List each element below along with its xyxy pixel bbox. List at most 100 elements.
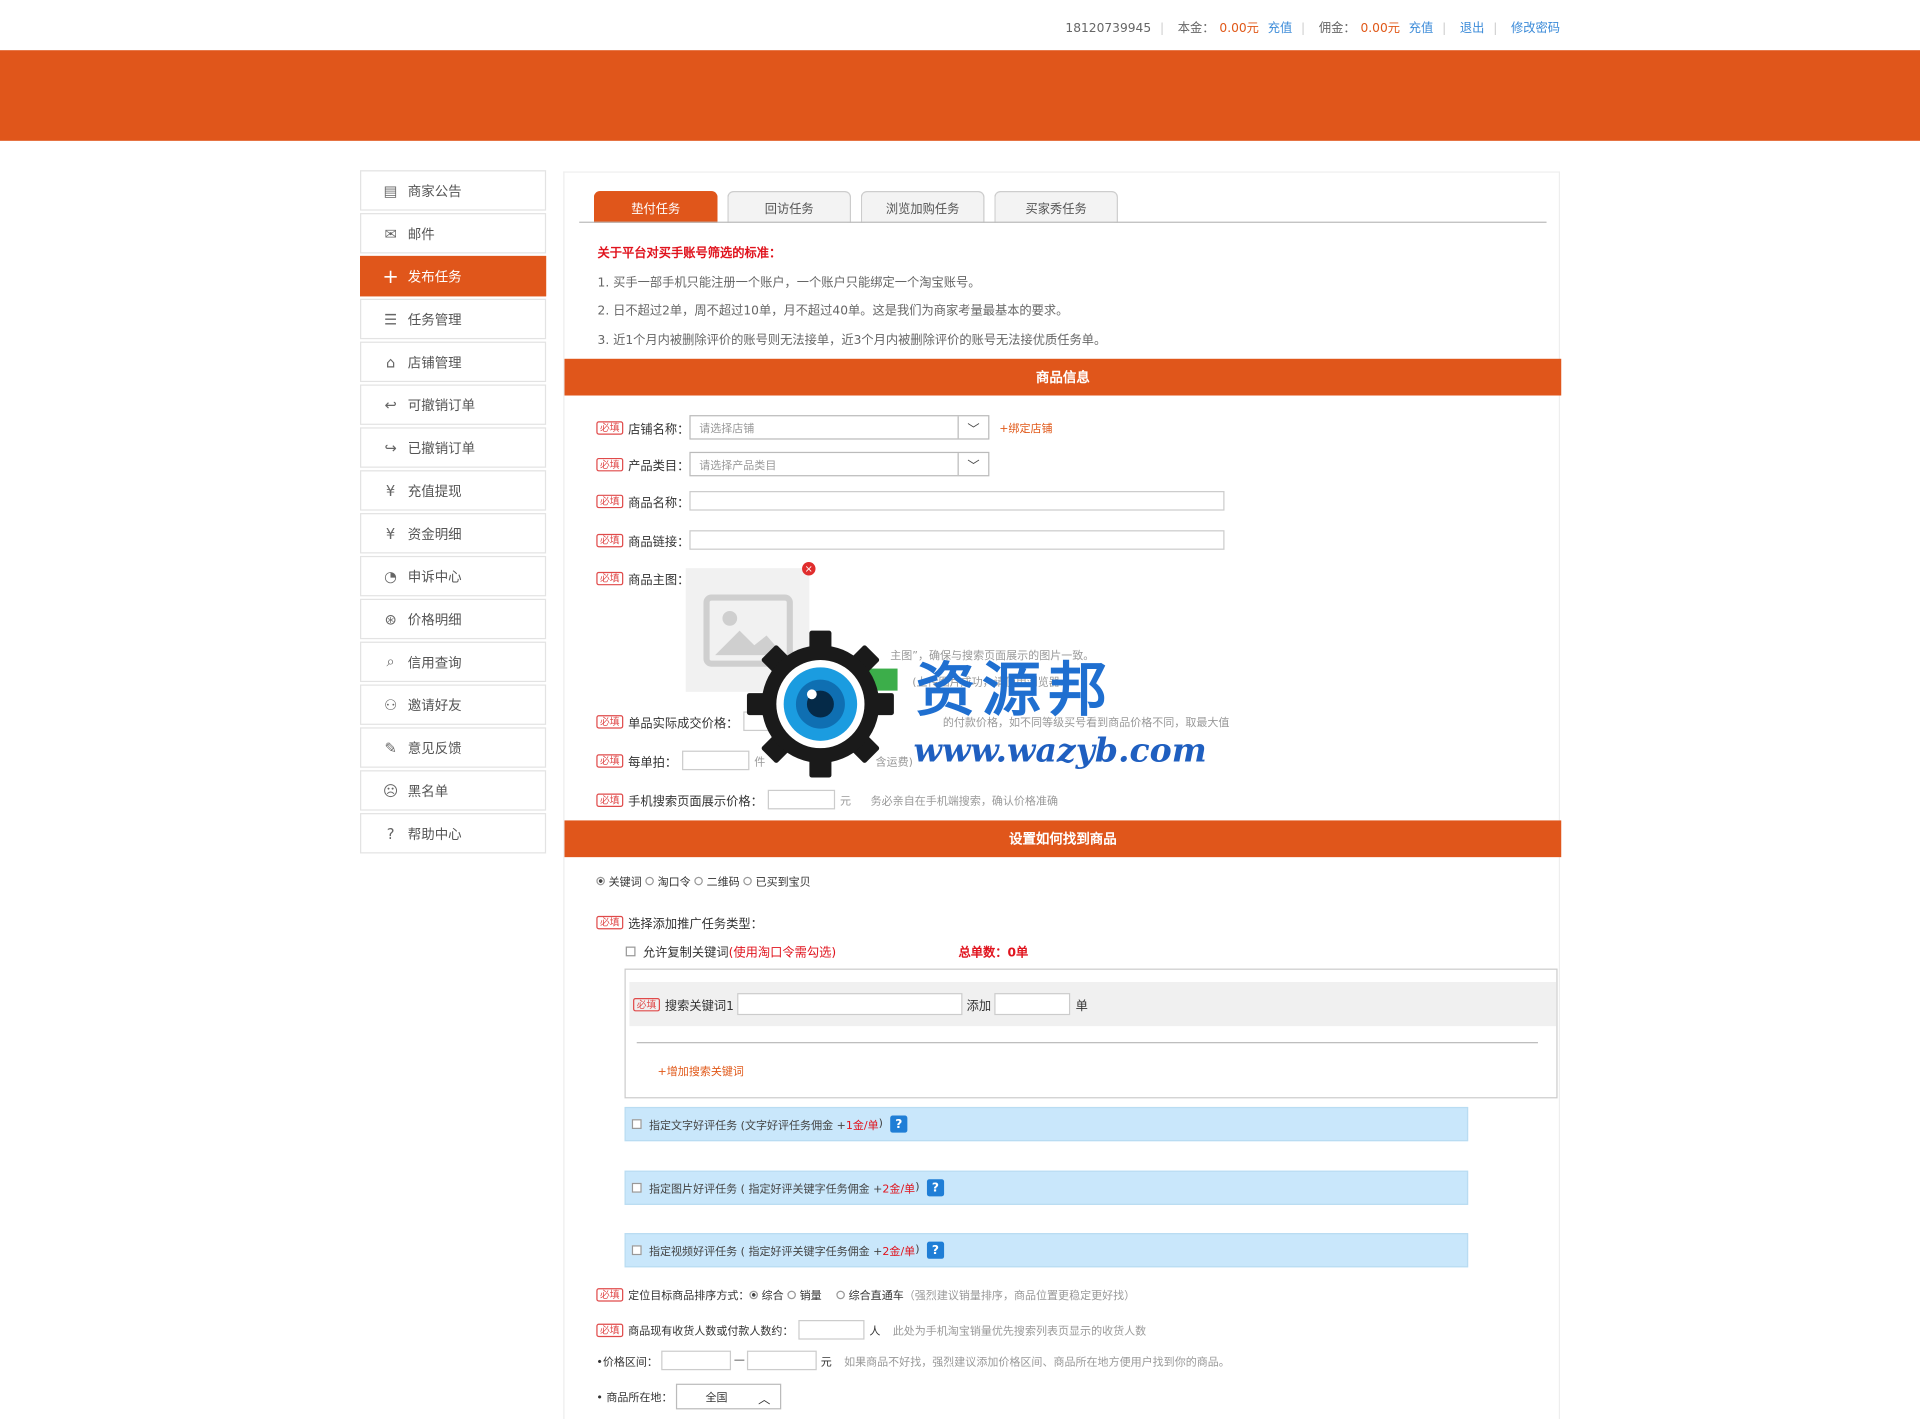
text-review-label: 指定文字好评任务 (文字好评任务佣金 +: [648, 1119, 846, 1133]
buyers-hint: 此处为手机淘宝销量优先搜索列表页显示的收货人数: [892, 1325, 1147, 1338]
order-undone-icon: ↪: [384, 438, 397, 457]
keyword-input[interactable]: [737, 993, 963, 1016]
sort-hint: （强烈建议销量排序，商品位置更稳定更好找）: [903, 1290, 1136, 1303]
sidebar-item-cancellable-orders[interactable]: ↩ 可撤销订单: [360, 384, 547, 425]
sidebar-item-cancelled-orders[interactable]: ↪ 已撤销订单: [360, 427, 547, 468]
sidebar-item-price-details[interactable]: ⊛ 价格明细: [360, 598, 547, 640]
recharge-link[interactable]: 充值: [1268, 22, 1292, 35]
total-orders: 总单数：0单: [958, 946, 1029, 961]
sidebar-item-label: 发布任务: [407, 268, 462, 285]
location-select[interactable]: 全国 ︿: [676, 1383, 782, 1410]
promo-type-row: 必填 选择添加推广任务类型：: [596, 913, 763, 932]
category-select[interactable]: 请选择产品类目 ﹀: [689, 451, 990, 477]
price-range-hint: 如果商品不好找，强烈建议添加价格区间、商品所在地方便用户找到你的商品。: [844, 1356, 1230, 1369]
location-label: • 商品所在地：: [596, 1392, 673, 1405]
store-icon: ⌂: [385, 353, 396, 371]
sidebar-item-recharge-withdraw[interactable]: ¥ 充值提现: [360, 470, 547, 511]
add-keyword-link[interactable]: +增加搜索关键词: [658, 1063, 744, 1079]
keyword-box: 必填 搜索关键词1 添加 单 +增加搜索关键词: [624, 968, 1558, 1099]
sidebar-item-blacklist[interactable]: ☹ 黑名单: [360, 770, 547, 811]
video-review-label: 指定视频好评任务 ( 指定好评关键字任务佣金 +: [648, 1245, 883, 1259]
product-link-row: 必填 商品链接：: [596, 530, 1225, 550]
tab-buyer-show-task[interactable]: 买家秀任务: [994, 191, 1118, 223]
remove-image-icon[interactable]: ×: [802, 562, 816, 576]
video-review-option[interactable]: 指定视频好评任务 ( 指定好评关键字任务佣金 + 2金/单 ) ?: [624, 1233, 1469, 1268]
recharge-commission-link[interactable]: 充值: [1409, 22, 1433, 35]
sidebar-item-fund-details[interactable]: ¥ 资金明细: [360, 513, 547, 554]
change-password-link[interactable]: 修改密码: [1511, 22, 1560, 35]
image-review-option[interactable]: 指定图片好评任务 ( 指定好评关键字任务佣金 + 2金/单 ) ?: [624, 1170, 1469, 1205]
sidebar-item-appeal-center[interactable]: ◔ 申诉中心: [360, 555, 547, 597]
required-tag: 必填: [596, 915, 624, 930]
show-price-input[interactable]: [767, 789, 836, 810]
credit-search-icon: ⌕: [386, 652, 395, 670]
logout-link[interactable]: 退出: [1460, 22, 1484, 35]
buyers-row: 必填 商品现有收货人数或付款人数约： 人 此处为手机淘宝销量优先搜索列表页显示的…: [596, 1320, 1146, 1340]
tab-advance-payment-task[interactable]: 垫付任务: [593, 191, 718, 223]
sidebar-item-store-management[interactable]: ⌂ 店铺管理: [360, 341, 547, 383]
location-row: • 商品所在地： 全国 ︿: [596, 1383, 782, 1410]
copy-keyword-checkbox[interactable]: [625, 945, 636, 956]
radio-qrcode[interactable]: [694, 876, 703, 886]
product-name-input[interactable]: [689, 491, 1225, 511]
sidebar-item-mail[interactable]: ✉ 邮件: [360, 213, 547, 254]
method-label: 已买到宝贝: [755, 876, 811, 889]
sidebar-item-feedback[interactable]: ✎ 意见反馈: [360, 727, 547, 768]
keyword-order-count-input[interactable]: [994, 993, 1071, 1016]
sidebar-item-publish-task[interactable]: + 发布任务: [360, 255, 547, 297]
text-review-option[interactable]: 指定文字好评任务 (文字好评任务佣金 + 1金/单 ) ?: [624, 1106, 1469, 1142]
radio-purchased[interactable]: [743, 876, 752, 886]
search-method-row: 关键词 淘口令 二维码 已买到宝贝: [596, 873, 811, 889]
help-icon[interactable]: ?: [926, 1179, 944, 1197]
sidebar-item-label: 意见反馈: [407, 740, 462, 757]
price-icon: ⊛: [384, 610, 397, 628]
required-tag: 必填: [596, 714, 624, 728]
divider: [636, 1042, 1538, 1044]
radio-taokouling[interactable]: [645, 876, 654, 886]
tab-revisit-task[interactable]: 回访任务: [727, 191, 852, 223]
main-image-label: 商品主图：: [628, 574, 690, 588]
main-panel: 垫付任务 回访任务 浏览加购任务 买家秀任务 关于平台对买手账号筛选的标准： 1…: [563, 171, 1562, 1419]
category-row: 必填 产品类目： 请选择产品类目 ﹀: [596, 451, 990, 477]
radio-sort-sales[interactable]: [787, 1290, 796, 1300]
tab-browse-cart-task[interactable]: 浏览加购任务: [860, 191, 985, 223]
sidebar-item-invite-friends[interactable]: ⚇ 邀请好友: [360, 684, 547, 725]
copy-keyword-row: 允许复制关键词 (使用淘口令需勾选) 总单数：0单: [625, 942, 1029, 961]
keyword-label: 搜索关键词1: [664, 999, 734, 1014]
bind-store-link[interactable]: +绑定店铺: [999, 419, 1052, 435]
sidebar-item-label: 邮件: [407, 225, 435, 242]
add-label: 添加: [966, 999, 992, 1014]
required-tag: 必填: [596, 457, 624, 471]
price-min-input[interactable]: [661, 1350, 732, 1371]
yen-icon: ¥: [385, 524, 396, 542]
help-icon[interactable]: ?: [926, 1241, 944, 1259]
product-info-header: 商品信息: [564, 358, 1562, 396]
sidebar-item-credit-query[interactable]: ⌕ 信用查询: [360, 641, 547, 683]
task-tabs: 垫付任务 回访任务 浏览加购任务 买家秀任务: [593, 191, 1118, 223]
sidebar-item-announcement[interactable]: ▤ 商家公告: [360, 170, 547, 211]
help-icon[interactable]: ?: [890, 1115, 908, 1133]
sort-option: 综合直通车: [848, 1290, 904, 1303]
video-review-checkbox[interactable]: [631, 1245, 642, 1256]
user-bar: 18120739945 | 本金： 0.00元 充值 | 佣金： 0.00元 充值 …: [1061, 17, 1560, 35]
rule-item: 1. 买手一部手机只能注册一个账户，一个账户只能绑定一个淘宝账号。: [597, 276, 981, 290]
radio-keyword[interactable]: [596, 876, 605, 886]
image-review-checkbox[interactable]: [631, 1182, 642, 1193]
plus-icon: +: [382, 264, 399, 288]
price-max-input[interactable]: [747, 1350, 818, 1371]
keyword-row: 必填 搜索关键词1 添加 单: [629, 982, 1557, 1027]
sidebar-item-help-center[interactable]: ? 帮助中心: [360, 813, 547, 854]
product-link-input[interactable]: [689, 530, 1225, 550]
radio-sort-general[interactable]: [749, 1290, 758, 1300]
required-tag: 必填: [596, 494, 624, 508]
radio-sort-ztc[interactable]: [836, 1290, 845, 1300]
sidebar-item-task-management[interactable]: ☰ 任务管理: [360, 298, 547, 340]
store-select[interactable]: 请选择店铺 ﹀: [689, 415, 990, 440]
image-review-fee: 2金/单: [882, 1183, 916, 1196]
store-select-value: 请选择店铺: [699, 423, 755, 436]
close-paren: ): [915, 1181, 920, 1194]
text-review-checkbox[interactable]: [631, 1119, 642, 1129]
close-paren: ): [878, 1117, 883, 1131]
buyers-input[interactable]: [798, 1320, 865, 1340]
required-tag: 必填: [596, 571, 624, 586]
